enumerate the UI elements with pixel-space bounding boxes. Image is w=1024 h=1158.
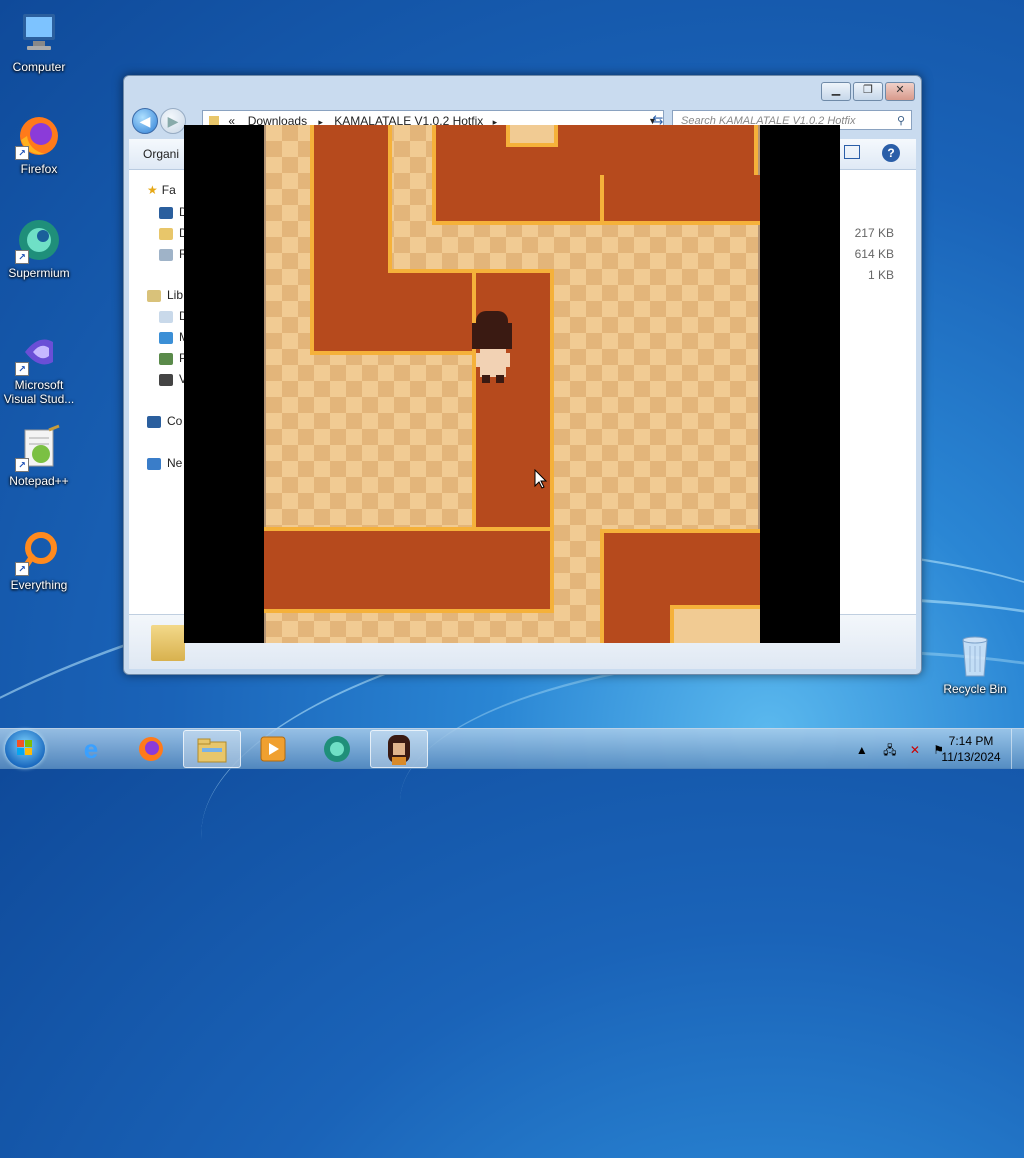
everything-icon: ↗ [15,528,63,576]
game-window[interactable] [184,125,840,643]
computer-group[interactable]: Co [147,414,182,428]
desktop-icon-recycle-bin[interactable]: Recycle Bin [937,632,1013,696]
taskbar-kamalatale[interactable] [370,730,428,768]
media-player-icon [260,736,286,762]
maximize-button[interactable]: ❐ [853,82,883,101]
desktop-icon-label: Supermium [8,266,70,280]
downloads-icon [159,227,173,240]
documents-icon [159,310,173,323]
clock-time: 7:14 PM [948,734,994,748]
computer-icon [15,10,63,58]
supermium-icon: ↗ [15,216,63,264]
kamalatale-icon [388,735,410,765]
computer-icon [147,415,161,428]
shortcut-arrow-icon: ↗ [15,250,29,264]
videos-icon [159,373,173,386]
desktop-icon-label-line2: Visual Stud... [3,392,75,406]
floor-notch [506,125,558,147]
desktop-icon-label: Computer [12,60,66,74]
shortcut-arrow-icon: ↗ [15,562,29,576]
system-tray: ▲ 🖧 ✕ ⚑ [856,741,944,762]
player-character [472,309,512,385]
organize-button[interactable]: Organi [143,147,179,161]
music-icon [159,331,173,344]
preview-pane-icon[interactable] [844,145,860,159]
recycle-bin-icon [951,632,999,680]
taskbar: e ▲ 🖧 ✕ ⚑ 7:14 PM 11/13/2024 [0,728,1024,769]
nav-item-pictures[interactable]: P [159,351,187,365]
path-segment [310,125,392,355]
taskbar-internet-explorer[interactable]: e [62,730,120,768]
desktop-icon-label: Everything [10,578,68,592]
desktop-icon-notepadpp[interactable]: ↗ Notepad++ [1,424,77,488]
folder-icon [151,625,185,661]
network-icon [147,457,161,470]
desktop-icon-vscode[interactable]: ↗ Microsoft Visual Stud... [1,328,77,406]
file-size: 217 KB [854,226,894,240]
network-group[interactable]: Ne [147,456,182,470]
desktop-icon-label: Firefox [20,162,58,176]
shortcut-arrow-icon: ↗ [15,146,29,160]
desktop-icon-label: Notepad++ [9,474,69,488]
window-controls: ▁ ❐ ✕ [821,82,915,101]
desktop-icon-firefox[interactable]: ↗ Firefox [1,112,77,176]
vscode-icon: ↗ [15,328,63,376]
file-size: 1 KB [867,268,894,282]
taskbar-explorer[interactable] [183,730,241,768]
favorites-group[interactable]: ★ Fa [147,183,176,197]
game-map[interactable] [264,125,760,643]
internet-explorer-icon: e [83,734,99,764]
windows-logo-icon [17,740,32,755]
path-segment [264,527,554,613]
forward-button[interactable]: ▶ [160,108,186,134]
libraries-group[interactable]: Lib [147,288,183,302]
taskbar-supermium[interactable] [308,730,366,768]
desktop-icon-supermium[interactable]: ↗ Supermium [1,216,77,280]
desktop-icon-label: Recycle Bin [943,682,1007,696]
desktop-icon [159,206,173,219]
shortcut-arrow-icon: ↗ [15,362,29,376]
clock-date: 11/13/2024 [941,750,1001,764]
floor-notch [670,605,760,643]
start-button[interactable] [5,730,45,768]
network-tray-icon[interactable]: 🖧 [883,743,896,757]
libraries-icon [147,289,161,302]
recent-places-icon [159,248,173,261]
mouse-cursor-icon [534,468,548,494]
file-size: 614 KB [854,247,894,261]
nav-item-videos[interactable]: V [159,372,187,386]
desktop-icon-computer[interactable]: Computer [1,10,77,74]
show-hidden-icons-button[interactable]: ▲ [856,743,868,757]
path-segment [600,175,760,225]
firefox-icon [139,737,163,761]
volume-muted-icon[interactable]: ✕ [910,743,920,757]
firefox-icon: ↗ [15,112,63,160]
back-button[interactable]: ◀ [132,108,158,134]
pictures-icon [159,352,173,365]
search-icon: ⚲ [896,115,905,127]
close-button[interactable]: ✕ [885,82,915,101]
minimize-button[interactable]: ▁ [821,82,851,101]
shortcut-arrow-icon: ↗ [15,458,29,472]
notepadpp-icon: ↗ [15,424,63,472]
clock[interactable]: 7:14 PM 11/13/2024 [936,733,1006,765]
show-desktop-button[interactable] [1011,729,1024,769]
supermium-icon [324,736,350,762]
desktop-icon-everything[interactable]: ↗ Everything [1,528,77,592]
taskbar-media-player[interactable] [244,730,302,768]
explorer-icon [197,738,227,763]
desktop-icon-label-line1: Microsoft [14,378,64,392]
star-icon: ★ [147,183,158,197]
help-icon[interactable]: ? [882,144,900,162]
taskbar-firefox[interactable] [122,730,180,768]
